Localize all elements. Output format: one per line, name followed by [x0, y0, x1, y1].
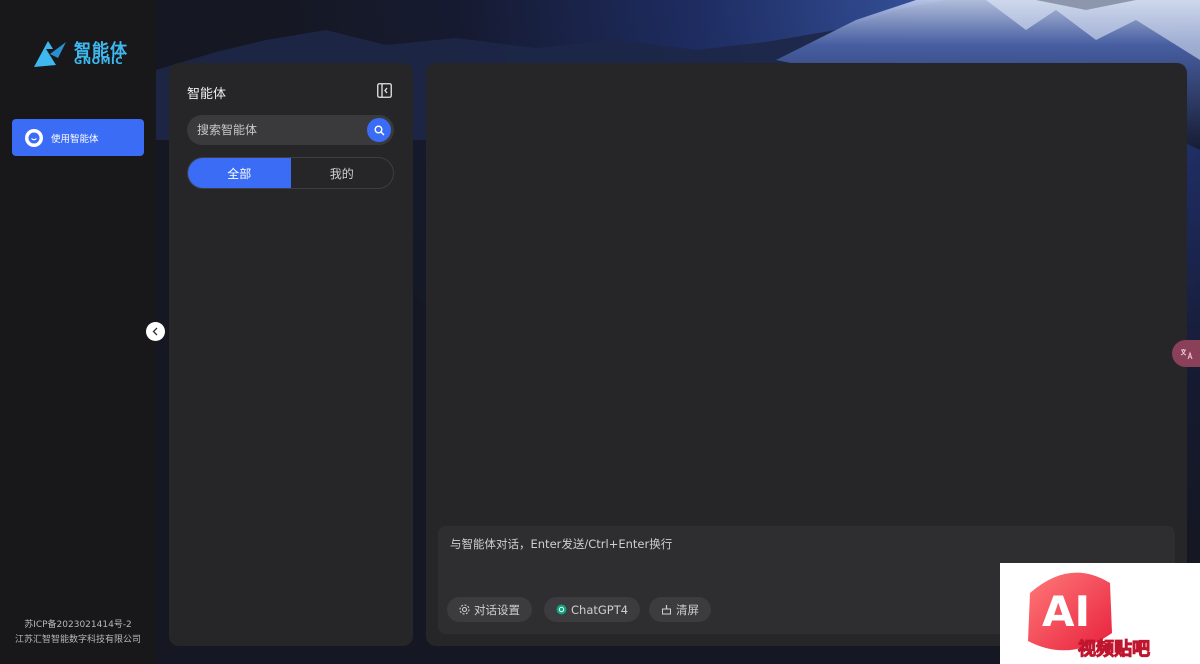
panel-title: 智能体	[187, 87, 227, 102]
icp-link[interactable]: 苏ICP备2023021414号-2	[0, 618, 156, 633]
agent-search-input[interactable]	[187, 115, 362, 145]
watermark-logo: AI 视频贴吧	[1000, 563, 1200, 664]
footer: 苏ICP备2023021414号-2 江苏汇智智能数字科技有限公司	[0, 618, 156, 648]
translate-button[interactable]	[1172, 340, 1200, 367]
search-button[interactable]	[367, 118, 391, 142]
use-agent-label: 使用智能体	[51, 133, 99, 145]
openai-icon	[556, 604, 567, 615]
model-select-button[interactable]: ChatGPT4	[544, 597, 641, 622]
use-agent-nav-item[interactable]: 使用智能体	[12, 119, 144, 156]
clear-screen-label: 清屏	[676, 602, 699, 617]
left-rail: 智能体 GNOMIC 使用智能体 苏ICP备2023021414号-2 江苏汇智…	[0, 0, 156, 664]
translate-icon	[1180, 348, 1193, 359]
agent-filter-tabs: 全部 我的	[187, 157, 394, 189]
agent-search	[187, 115, 394, 145]
tab-mine[interactable]: 我的	[291, 158, 394, 188]
watermark-subtext: 视频贴吧	[1078, 638, 1150, 660]
company-name: 江苏汇智智能数字科技有限公司	[14, 635, 141, 645]
brand-name-en: GNOMIC	[74, 56, 124, 67]
collapse-panel-icon	[377, 83, 392, 98]
watermark-ai-text: AI	[1042, 587, 1090, 636]
chat-bubble-icon	[25, 128, 43, 147]
chevron-left-icon	[152, 327, 158, 336]
chat-settings-label: 对话设置	[474, 602, 520, 617]
panel-collapse-button[interactable]	[377, 83, 392, 98]
model-label: ChatGPT4	[571, 602, 629, 617]
chat-area: 对话设置 ChatGPT4 清屏	[426, 63, 1187, 646]
clear-screen-button[interactable]: 清屏	[649, 597, 711, 622]
search-icon	[374, 125, 384, 135]
chat-settings-button[interactable]: 对话设置	[447, 597, 532, 622]
ai-video-forum-logo-icon: AI 视频贴吧	[1028, 572, 1151, 661]
tab-all[interactable]: 全部	[188, 158, 291, 188]
sidebar-collapse-button[interactable]	[146, 322, 165, 341]
brand-mark-icon	[34, 41, 66, 67]
broom-icon	[662, 605, 671, 615]
agent-list-panel: 智能体 全部 我的	[169, 63, 413, 646]
brand-logo: 智能体 GNOMIC	[32, 36, 132, 70]
gear-icon	[459, 604, 470, 615]
